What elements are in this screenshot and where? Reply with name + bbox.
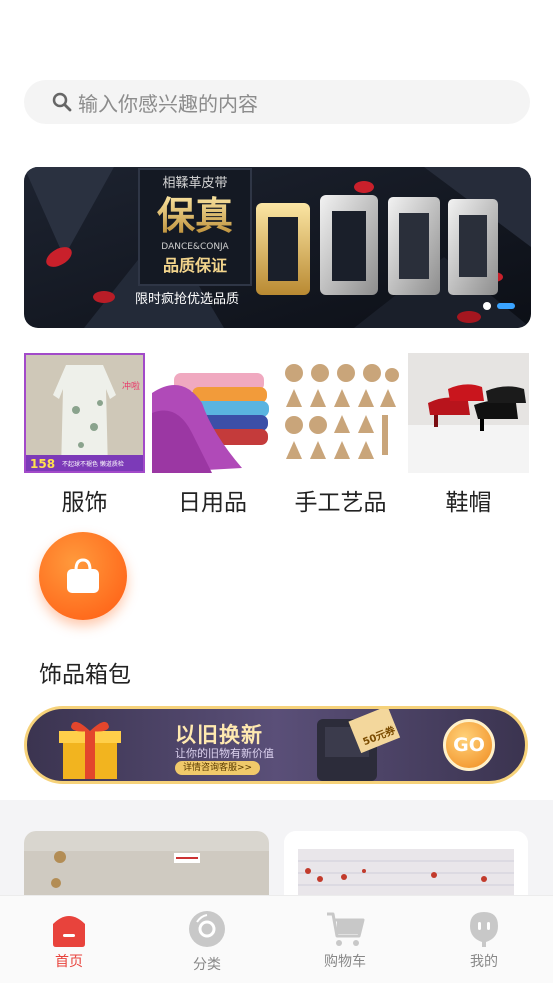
promo-banner[interactable]: 相鞣革皮带 保真 DANCE&CONJA 品质保证 限时疯抢优选品质 — [24, 167, 531, 328]
promo-cta[interactable]: 详情咨询客服>> — [175, 761, 261, 775]
gift-box-icon — [59, 721, 121, 779]
banner-headline-big: 保真 — [157, 194, 233, 238]
trade-in-banner[interactable]: 以旧换新 让你的旧物有新价值 详情咨询客服>> 50元券 GO — [24, 706, 528, 784]
category-clothing[interactable]: 158 不起球不褪色 懒道质检 冲啦 服饰 — [24, 353, 145, 516]
category-label: 饰品箱包 — [39, 662, 131, 688]
search-icon — [52, 92, 72, 112]
banner-brand: DANCE&CONJA — [161, 242, 229, 252]
category-clothing-price: 158 — [30, 457, 55, 471]
category-label: 日用品 — [178, 490, 247, 516]
tab-category-label: 分类 — [193, 957, 221, 973]
bottom-tab-bar: 首页 分类 购物车 我的 — [0, 895, 553, 983]
home-icon — [53, 916, 85, 947]
tab-cart[interactable]: 购物车 — [285, 896, 405, 983]
tab-home[interactable]: 首页 — [9, 896, 129, 983]
category-accessories-bags[interactable]: 饰品箱包 — [39, 532, 139, 688]
category-daily-goods[interactable]: 日用品 — [152, 353, 273, 516]
category-icon — [189, 911, 225, 947]
tab-profile-label: 我的 — [470, 954, 498, 970]
category-accessories-bags-circle — [39, 532, 127, 620]
search-placeholder: 输入你感兴趣的内容 — [78, 91, 258, 116]
profile-icon — [470, 912, 498, 947]
banner-dot-2-active — [497, 303, 515, 309]
tab-home-label: 首页 — [55, 954, 83, 970]
tab-category[interactable]: 分类 — [147, 896, 267, 983]
search-bar[interactable]: 输入你感兴趣的内容 — [24, 80, 530, 124]
category-clothing-image: 158 不起球不褪色 懒道质检 冲啦 — [24, 353, 145, 473]
category-label: 鞋帽 — [445, 490, 492, 516]
category-handicrafts-image — [280, 353, 401, 473]
banner-quality: 品质保证 — [163, 256, 227, 275]
promo-subtitle: 让你的旧物有新价值 — [175, 747, 274, 760]
go-button[interactable]: GO — [443, 719, 495, 771]
category-clothing-note: 不起球不褪色 懒道质检 — [62, 460, 124, 468]
category-shoes-hats[interactable]: 鞋帽 — [408, 353, 529, 516]
category-label: 手工艺品 — [294, 490, 387, 516]
banner-dot-1 — [483, 302, 491, 310]
category-label: 服饰 — [61, 490, 108, 516]
category-shoes-hats-image — [408, 353, 529, 473]
banner-headline-small: 相鞣革皮带 — [162, 176, 227, 191]
bag-coupon-illustration: 50元券 — [317, 709, 401, 781]
category-handicrafts[interactable]: 手工艺品 — [280, 353, 401, 516]
shopping-bag-icon — [67, 558, 99, 593]
cart-icon — [327, 912, 365, 946]
tab-profile[interactable]: 我的 — [424, 896, 544, 983]
tab-cart-label: 购物车 — [324, 954, 366, 970]
banner-footer: 限时疯抢优选品质 — [135, 291, 239, 307]
category-clothing-tag: 冲啦 — [122, 380, 140, 392]
category-daily-goods-image — [152, 353, 273, 473]
